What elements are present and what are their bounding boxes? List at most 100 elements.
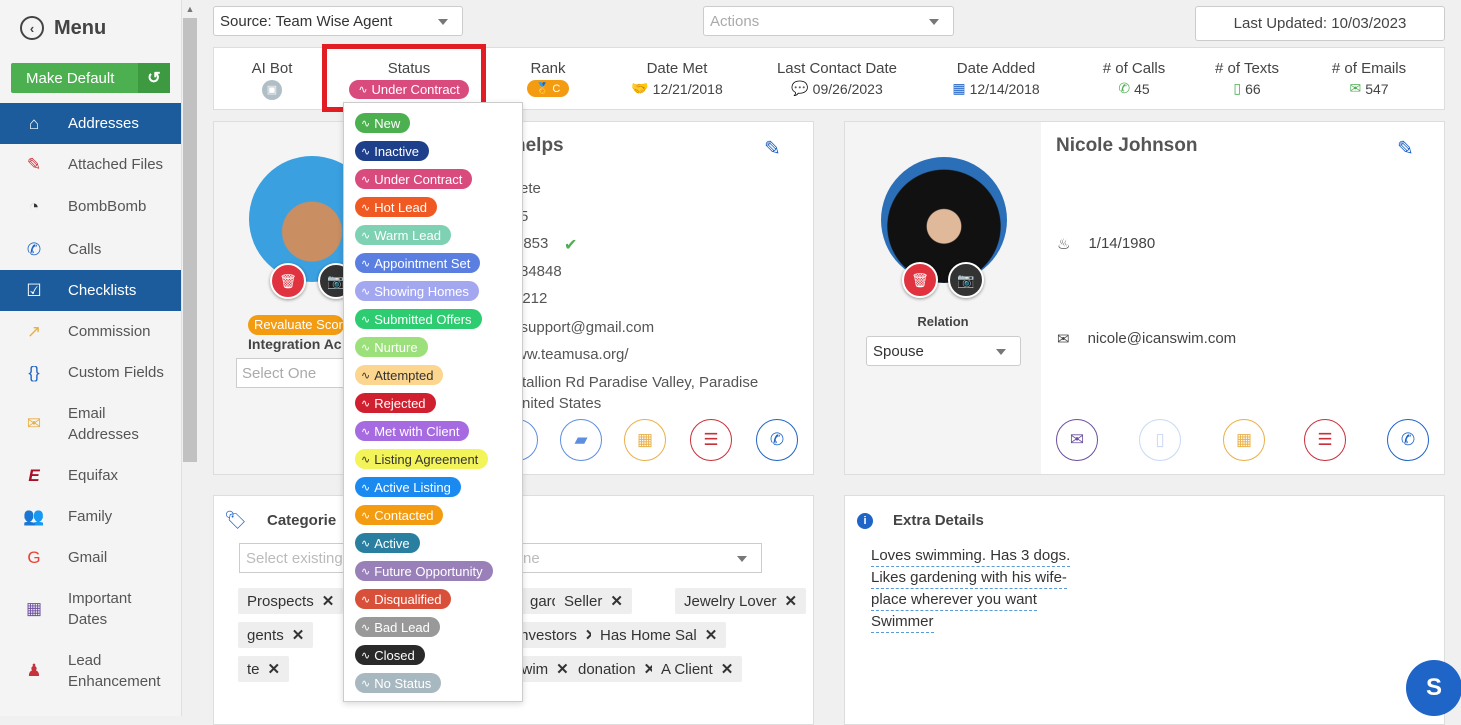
- sidebar-item-attached-files[interactable]: ✎ Attached Files: [0, 144, 181, 185]
- stat-calls[interactable]: # of Calls ✆ 45: [1089, 60, 1179, 97]
- chat-fab-button[interactable]: S: [1406, 660, 1461, 716]
- call-action-button[interactable]: ✆: [1387, 419, 1429, 461]
- chevron-down-icon: [929, 19, 939, 25]
- extra-detail-line: place wherever you want: [871, 589, 1037, 611]
- remove-tag-icon[interactable]: ✕: [292, 626, 305, 644]
- remove-tag-icon[interactable]: ✕: [721, 660, 734, 678]
- pulse-icon: ∿: [361, 649, 371, 662]
- menu-title: Menu: [54, 16, 107, 39]
- pulse-icon: ∿: [361, 537, 371, 550]
- stat-ai-bot[interactable]: AI Bot ▣: [232, 60, 312, 100]
- delete-photo-button[interactable]: 🗑: [902, 262, 938, 298]
- sidebar-item-checklists[interactable]: ☑ Checklists: [0, 270, 181, 311]
- tag-label: A Client: [661, 660, 713, 678]
- status-option-label: Appointment Set: [374, 255, 471, 271]
- status-option-inactive[interactable]: ∿ Inactive: [355, 141, 430, 161]
- bombbomb-icon: ◔: [28, 196, 40, 216]
- stat-texts[interactable]: # of Texts ▯ 66: [1202, 60, 1292, 97]
- scroll-thumb[interactable]: [183, 18, 197, 462]
- remove-tag-icon[interactable]: ✕: [785, 592, 798, 610]
- status-option-appointment-set[interactable]: ∿ Appointment Set: [355, 253, 481, 273]
- remove-tag-icon[interactable]: ✕: [322, 592, 335, 610]
- remove-tag-icon[interactable]: ✕: [268, 660, 281, 678]
- calls-label: # of Calls: [1102, 60, 1166, 77]
- pulse-icon: ∿: [361, 453, 371, 466]
- source-select[interactable]: Source: Team Wise Agent: [213, 6, 463, 36]
- contact-detail[interactable]: ww.teamusa.org/: [516, 346, 629, 363]
- sidebar-item-family[interactable]: 👥 Family: [0, 496, 181, 537]
- sidebar-item-commission[interactable]: ↗ Commission: [0, 311, 181, 352]
- contact-detail[interactable]: tallion Rd Paradise Valley, Paradise: [522, 374, 758, 391]
- status-option-disqualified[interactable]: ∿ Disqualified: [355, 589, 452, 609]
- status-option-label: Closed: [374, 647, 415, 663]
- relation-select[interactable]: Spouse: [866, 336, 1021, 366]
- delete-photo-button[interactable]: 🗑: [270, 263, 306, 299]
- remove-tag-icon[interactable]: ✕: [705, 626, 718, 644]
- status-option-submitted-offers[interactable]: ∿ Submitted Offers: [355, 309, 482, 329]
- make-default-button[interactable]: Make Default ↺: [11, 63, 170, 93]
- status-option-closed[interactable]: ∿ Closed: [355, 645, 425, 665]
- status-option-rejected[interactable]: ∿ Rejected: [355, 393, 436, 413]
- status-option-under-contract[interactable]: ∿ Under Contract: [355, 169, 473, 189]
- users-icon: 👥: [23, 506, 45, 526]
- status-dropdown: ∿ New ∿ Inactive ∿ Under Contract ∿ Hot Lead ∿ Wa…: [343, 102, 523, 702]
- integration-select[interactable]: Select One: [236, 358, 344, 388]
- extra-details-card: i Extra Details Loves swimming. Has 3 do…: [844, 495, 1445, 725]
- status-option-listing-agreement[interactable]: ∿ Listing Agreement: [355, 449, 489, 469]
- scroll-up-arrow-icon[interactable]: ▲: [183, 2, 197, 16]
- sidebar-item-email-addresses[interactable]: ✉ Email Addresses: [0, 393, 181, 455]
- sidebar-item-bombbomb[interactable]: ◔ BombBomb: [0, 186, 181, 227]
- remove-tag-icon[interactable]: ✕: [556, 660, 569, 678]
- pulse-icon: ∿: [361, 481, 371, 494]
- list-action-button[interactable]: ☰: [1304, 419, 1346, 461]
- evaluate-score-badge[interactable]: Revaluate Scor: [248, 315, 344, 335]
- status-option-hot-lead[interactable]: ∿ Hot Lead: [355, 197, 437, 217]
- status-option-warm-lead[interactable]: ∿ Warm Lead: [355, 225, 451, 245]
- call-action-button[interactable]: ✆: [756, 419, 798, 461]
- sidebar-item-equifax[interactable]: E Equifax: [0, 455, 181, 496]
- pulse-icon: ∿: [361, 341, 371, 354]
- sidebar-item-gmail[interactable]: G Gmail: [0, 537, 181, 578]
- status-option-active-listing[interactable]: ∿ Active Listing: [355, 477, 461, 497]
- calendar-action-button[interactable]: ▦: [624, 419, 666, 461]
- status-option-future-opportunity[interactable]: ∿ Future Opportunity: [355, 561, 493, 581]
- actions-select[interactable]: Actions: [703, 6, 954, 36]
- status-option-no-status[interactable]: ∿ No Status: [355, 673, 442, 693]
- edit-pencil-icon[interactable]: ✎: [764, 136, 781, 161]
- status-option-attempted[interactable]: ∿ Attempted: [355, 365, 444, 385]
- sidebar-item-addresses[interactable]: ⌂ Addresses: [0, 103, 181, 144]
- status-option-met-with-client[interactable]: ∿ Met with Client: [355, 421, 470, 441]
- date-met-value: 12/21/2018: [652, 80, 723, 97]
- status-option-bad-lead[interactable]: ∿ Bad Lead: [355, 617, 440, 637]
- text-action-button[interactable]: ▯: [1139, 419, 1181, 461]
- back-arrow-icon[interactable]: ‹: [20, 16, 44, 40]
- spouse-email[interactable]: ✉ nicole@icanswim.com: [1057, 330, 1236, 348]
- extra-details-text[interactable]: Loves swimming. Has 3 dogs. Likes gardeni…: [871, 545, 1071, 633]
- integration-label: Integration Ac: [248, 336, 342, 352]
- status-option-showing-homes[interactable]: ∿ Showing Homes: [355, 281, 479, 301]
- category-select[interactable]: Select existing: [239, 543, 345, 573]
- status-option-active[interactable]: ∿ Active: [355, 533, 420, 553]
- stat-emails[interactable]: # of Emails ✉ 547: [1319, 60, 1419, 97]
- stat-rank[interactable]: Rank 🏅 C: [508, 60, 588, 97]
- sidebar-item-calls[interactable]: ✆ Calls: [0, 229, 181, 270]
- sidebar-item-lead-enhancement[interactable]: ♟ Lead Enhancement: [0, 640, 181, 702]
- rank-pill[interactable]: 🏅 C: [526, 80, 570, 97]
- note-action-button[interactable]: ▰: [560, 419, 602, 461]
- email-action-button[interactable]: ✉: [1056, 419, 1098, 461]
- list-action-button[interactable]: ☰: [690, 419, 732, 461]
- sidebar-item-custom-fields[interactable]: {} Custom Fields: [0, 352, 181, 393]
- status-option-contacted[interactable]: ∿ Contacted: [355, 505, 444, 525]
- contact-detail[interactable]: ntsupport@gmail.com: [508, 319, 654, 336]
- calendar-action-button[interactable]: ▦: [1223, 419, 1265, 461]
- edit-pencil-icon[interactable]: ✎: [1397, 136, 1414, 161]
- remove-tag-icon[interactable]: ✕: [610, 592, 623, 610]
- sidebar-item-important-dates[interactable]: ▦ Important Dates: [0, 578, 181, 640]
- phone-icon: ✆: [1400, 430, 1416, 449]
- menu-header[interactable]: ‹ Menu: [20, 16, 106, 40]
- category-select-right[interactable]: ne: [523, 543, 762, 573]
- change-photo-button[interactable]: 📷: [948, 262, 984, 298]
- status-option-nurture[interactable]: ∿ Nurture: [355, 337, 428, 357]
- status-option-new[interactable]: ∿ New: [355, 113, 411, 133]
- checkbox-icon: ☑: [26, 280, 42, 300]
